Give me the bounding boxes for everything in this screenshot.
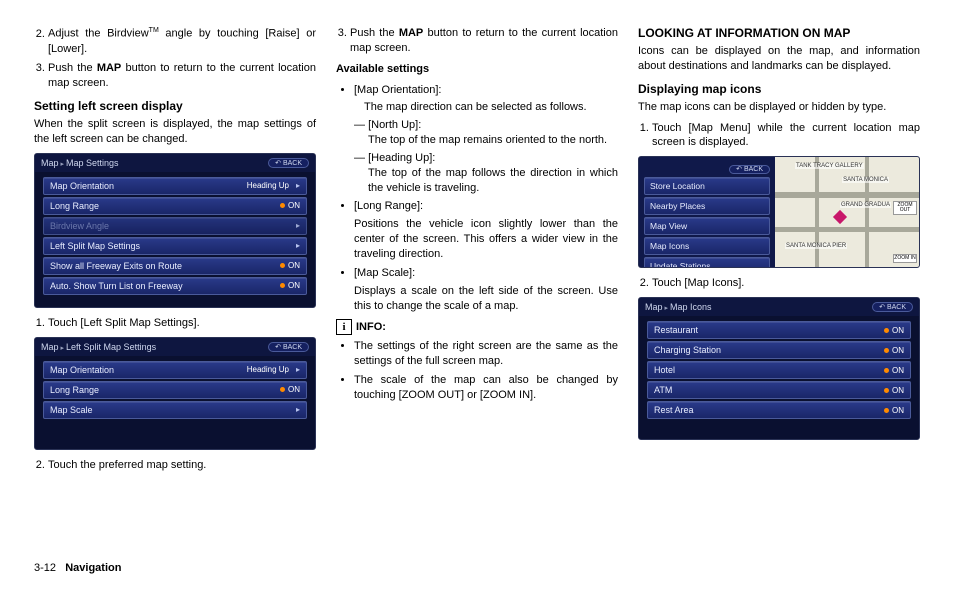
back-button[interactable]: ↶ BACK xyxy=(729,165,770,174)
menu-map-view[interactable]: Map View xyxy=(644,217,770,235)
on-dot-icon xyxy=(280,203,285,208)
item-map-scale: [Map Scale]: Displays a scale on the lef… xyxy=(354,266,618,314)
col1-steps-a: Adjust the BirdviewTM angle by touching … xyxy=(48,26,316,91)
para-looking: Icons can be displayed on the map, and i… xyxy=(638,44,920,74)
on-dot-icon xyxy=(280,387,285,392)
row-charging[interactable]: Charging StationON xyxy=(647,341,911,359)
col3-step2: Touch [Map Icons]. xyxy=(652,276,920,291)
info-item-1: The settings of the right screen are the… xyxy=(354,339,618,369)
info-list: The settings of the right screen are the… xyxy=(354,339,618,402)
col1-step2: Adjust the BirdviewTM angle by touching … xyxy=(48,26,316,56)
col2-steps: Push the MAP button to return to the cur… xyxy=(350,26,618,56)
row-atm[interactable]: ATMON xyxy=(647,381,911,399)
row-birdview-angle: Birdview Angle▸ xyxy=(43,217,307,235)
menu-nearby-places[interactable]: Nearby Places xyxy=(644,197,770,215)
row-long-range[interactable]: Long RangeON xyxy=(43,197,307,215)
menu-store-location[interactable]: Store Location xyxy=(644,177,770,195)
zoom-in-button[interactable]: ZOOM IN xyxy=(893,254,917,263)
row-hotel[interactable]: HotelON xyxy=(647,361,911,379)
col3-steps-b: Touch [Map Icons]. xyxy=(652,276,920,291)
heading-available: Available settings xyxy=(336,62,618,77)
info-item-2: The scale of the map can also be changed… xyxy=(354,373,618,403)
back-button[interactable]: ↶ BACK xyxy=(268,342,309,352)
ui-map-menu: ↶ BACK Store Location Nearby Places Map … xyxy=(638,156,920,268)
col2-step3: Push the MAP button to return to the cur… xyxy=(350,26,618,56)
back-button[interactable]: ↶ BACK xyxy=(872,302,913,312)
ui-map-icons: Map▸Map Icons ↶ BACK RestaurantON Chargi… xyxy=(638,297,920,440)
vehicle-arrow-icon xyxy=(833,210,847,224)
on-dot-icon xyxy=(280,283,285,288)
zoom-out-button[interactable]: ZOOM OUT xyxy=(893,201,917,215)
menu-update-stations[interactable]: Update Stations xyxy=(644,257,770,268)
row-freeway-exits[interactable]: Show all Freeway Exits on RouteON xyxy=(43,257,307,275)
on-dot-icon xyxy=(280,263,285,268)
row-restaurant[interactable]: RestaurantON xyxy=(647,321,911,339)
col3-steps-a: Touch [Map Menu] while the current locat… xyxy=(652,121,920,151)
row-rest-area[interactable]: Rest AreaON xyxy=(647,401,911,419)
on-dot-icon xyxy=(884,348,889,353)
on-dot-icon xyxy=(884,408,889,413)
row-auto-turnlist[interactable]: Auto. Show Turn List on FreewayON xyxy=(43,277,307,295)
back-button[interactable]: ↶ BACK xyxy=(268,158,309,168)
breadcrumb: Map▸Map Settings xyxy=(41,158,119,168)
heading-looking: LOOKING AT INFORMATION ON MAP xyxy=(638,26,920,40)
col1-bstep2: Touch the preferred map setting. xyxy=(48,458,316,473)
available-settings-list: [Map Orientation]: The map direction can… xyxy=(354,83,618,314)
item-long-range: [Long Range]: Positions the vehicle icon… xyxy=(354,199,618,261)
page-footer: 3-12 Navigation xyxy=(34,562,920,574)
col1-step3: Push the MAP button to return to the cur… xyxy=(48,61,316,91)
col1-steps-b: Touch [Left Split Map Settings]. xyxy=(48,316,316,331)
sub-north-up: [North Up]: The top of the map remains o… xyxy=(354,118,618,148)
col1-steps-c: Touch the preferred map setting. xyxy=(48,458,316,473)
map-preview: TANK TRACY GALLERY SANTA MONICA GRAND GR… xyxy=(775,157,919,267)
row-long-range[interactable]: Long RangeON xyxy=(43,381,307,399)
para-setting-left: When the split screen is displayed, the … xyxy=(34,117,316,147)
item-map-orientation: [Map Orientation]: The map direction can… xyxy=(354,83,618,196)
heading-setting-left: Setting left screen display xyxy=(34,99,316,113)
col1-bstep1: Touch [Left Split Map Settings]. xyxy=(48,316,316,331)
info-icon: i xyxy=(336,319,352,335)
breadcrumb: Map▸Map Icons xyxy=(645,302,712,312)
col3-step1: Touch [Map Menu] while the current locat… xyxy=(652,121,920,151)
on-dot-icon xyxy=(884,328,889,333)
ui-left-split-settings: Map▸Left Split Map Settings ↶ BACK Map O… xyxy=(34,337,316,450)
menu-map-icons[interactable]: Map Icons xyxy=(644,237,770,255)
on-dot-icon xyxy=(884,368,889,373)
row-map-scale[interactable]: Map Scale▸ xyxy=(43,401,307,419)
para-displaying: The map icons can be displayed or hidden… xyxy=(638,100,920,115)
on-dot-icon xyxy=(884,388,889,393)
breadcrumb: Map▸Left Split Map Settings xyxy=(41,342,156,352)
info-header: i INFO: xyxy=(336,319,618,335)
heading-displaying: Displaying map icons xyxy=(638,82,920,96)
sub-heading-up: [Heading Up]: The top of the map follows… xyxy=(354,151,618,196)
row-left-split[interactable]: Left Split Map Settings▸ xyxy=(43,237,307,255)
ui-map-settings: Map▸Map Settings ↶ BACK Map OrientationH… xyxy=(34,153,316,308)
row-map-orientation[interactable]: Map OrientationHeading Up▸ xyxy=(43,177,307,195)
row-map-orientation[interactable]: Map OrientationHeading Up▸ xyxy=(43,361,307,379)
